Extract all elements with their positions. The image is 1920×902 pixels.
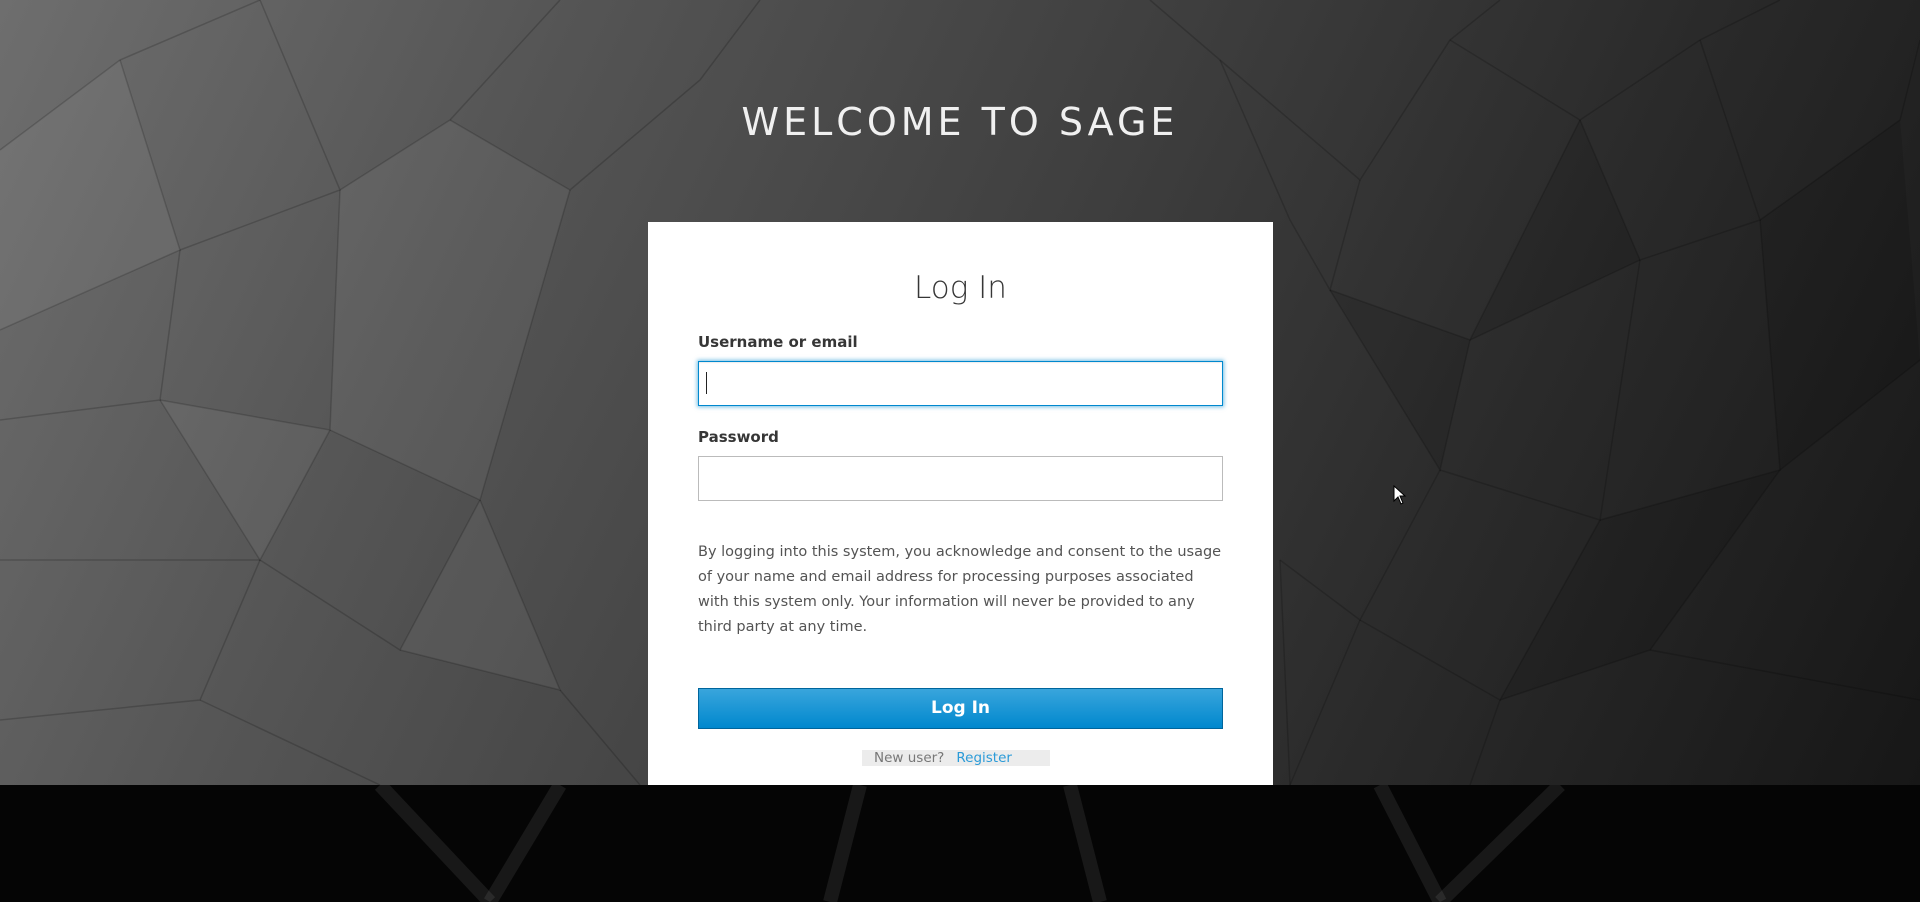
new-user-text: New user? [874, 750, 945, 766]
text-caret [706, 372, 707, 394]
login-page: WELCOME TO SAGE Log In Username or email… [0, 0, 1920, 902]
password-label: Password [698, 428, 779, 446]
login-card: Log In Username or email Password By log… [648, 222, 1273, 785]
welcome-title: WELCOME TO SAGE [741, 100, 1179, 144]
password-input[interactable] [698, 456, 1223, 501]
footer-band [0, 785, 1920, 902]
mouse-pointer-icon [1393, 484, 1407, 510]
username-label: Username or email [698, 333, 858, 351]
login-title: Log In [914, 270, 1007, 306]
username-input[interactable] [698, 361, 1223, 406]
register-row: New user? Register [862, 750, 1050, 766]
consent-notice: By logging into this system, you acknowl… [698, 544, 1222, 635]
login-button[interactable]: Log In [698, 688, 1223, 729]
register-link[interactable]: Register [956, 750, 1012, 766]
footer-pattern [374, 785, 1565, 902]
